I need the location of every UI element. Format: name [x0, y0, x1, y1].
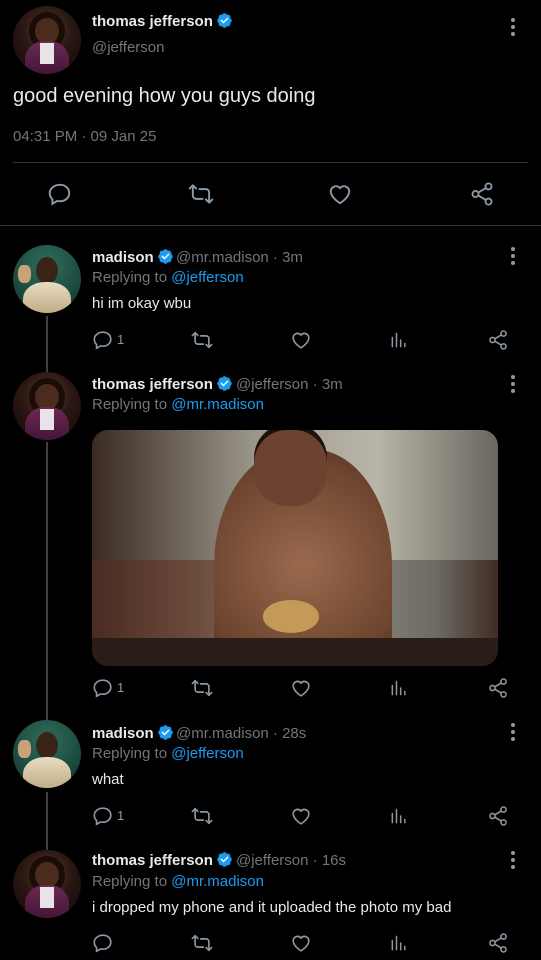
main-author-name-text: thomas jefferson	[92, 13, 213, 30]
verified-badge-icon	[157, 724, 174, 741]
analytics-icon[interactable]	[389, 329, 409, 351]
replying-to-label: Replying to	[92, 269, 172, 286]
avatar[interactable]	[13, 372, 81, 440]
reply-author-name-text: thomas jefferson	[92, 376, 213, 393]
thread-line	[46, 316, 48, 372]
analytics-icon[interactable]	[389, 805, 409, 827]
heart-icon[interactable]	[290, 805, 312, 827]
reply-author-name-text: madison	[92, 249, 154, 266]
main-tweet-timestamp[interactable]: 04:31 PM · 09 Jan 25	[13, 128, 156, 145]
thread-line	[46, 442, 48, 720]
verified-badge-icon	[216, 851, 233, 868]
reply-icon[interactable]	[47, 181, 73, 207]
replying-to: Replying to @jefferson	[92, 745, 244, 762]
retweet-icon[interactable]	[190, 805, 214, 827]
divider	[13, 162, 528, 163]
reply-icon[interactable]	[92, 932, 114, 954]
thread-line	[46, 792, 48, 850]
reply-count: 1	[117, 808, 125, 823]
heart-icon[interactable]	[327, 181, 353, 207]
reply-author-name[interactable]: madison	[92, 248, 174, 266]
share-icon[interactable]	[487, 932, 509, 954]
reply-count: 1	[117, 680, 125, 695]
more-vertical-icon[interactable]	[503, 244, 523, 268]
share-icon[interactable]	[487, 329, 509, 351]
avatar[interactable]	[13, 850, 81, 918]
main-author-name[interactable]: thomas jefferson	[92, 12, 233, 30]
reply-count: 1	[117, 332, 125, 347]
reply-handle-time[interactable]: @jefferson · 16s	[236, 852, 346, 869]
divider	[0, 225, 541, 226]
retweet-icon[interactable]	[187, 181, 215, 207]
replying-to-mention[interactable]: @mr.madison	[171, 396, 264, 413]
avatar[interactable]	[13, 245, 81, 313]
reply-author-name[interactable]: thomas jefferson	[92, 375, 233, 393]
heart-icon[interactable]	[290, 329, 312, 351]
verified-badge-icon	[216, 12, 233, 29]
share-icon[interactable]	[487, 677, 509, 699]
reply-text: hi im okay wbu	[92, 295, 192, 312]
analytics-icon[interactable]	[389, 677, 409, 699]
heart-icon[interactable]	[290, 677, 312, 699]
retweet-icon[interactable]	[190, 932, 214, 954]
more-vertical-icon[interactable]	[503, 372, 523, 396]
retweet-icon[interactable]	[190, 677, 214, 699]
reply-handle-time[interactable]: @mr.madison · 3m	[176, 249, 303, 266]
reply-handle-time[interactable]: @mr.madison · 28s	[176, 725, 306, 742]
more-vertical-icon[interactable]	[503, 720, 523, 744]
verified-badge-icon	[216, 375, 233, 392]
more-vertical-icon[interactable]	[503, 848, 523, 872]
reply-icon[interactable]	[92, 329, 114, 351]
reply-text: i dropped my phone and it uploaded the p…	[92, 899, 452, 916]
reply-author-name[interactable]: madison	[92, 724, 174, 742]
reply-author-name[interactable]: thomas jefferson	[92, 851, 233, 869]
verified-badge-icon	[157, 248, 174, 265]
attached-photo[interactable]	[92, 430, 498, 666]
heart-icon[interactable]	[290, 932, 312, 954]
reply-icon[interactable]	[92, 805, 114, 827]
share-icon[interactable]	[469, 181, 495, 207]
avatar[interactable]	[13, 720, 81, 788]
share-icon[interactable]	[487, 805, 509, 827]
reply-author-name-text: madison	[92, 725, 154, 742]
replying-to: Replying to @jefferson	[92, 269, 244, 286]
retweet-icon[interactable]	[190, 329, 214, 351]
reply-author-name-text: thomas jefferson	[92, 852, 213, 869]
replying-to: Replying to @mr.madison	[92, 396, 264, 413]
analytics-icon[interactable]	[389, 932, 409, 954]
replying-to-label: Replying to	[92, 745, 172, 762]
reply-text: what	[92, 771, 124, 788]
reply-icon[interactable]	[92, 677, 114, 699]
replying-to-label: Replying to	[92, 873, 172, 890]
reply-handle-time[interactable]: @jefferson · 3m	[236, 376, 343, 393]
replying-to: Replying to @mr.madison	[92, 873, 264, 890]
replying-to-label: Replying to	[92, 396, 172, 413]
replying-to-mention[interactable]: @mr.madison	[171, 873, 264, 890]
replying-to-mention[interactable]: @jefferson	[171, 745, 244, 762]
main-tweet-text: good evening how you guys doing	[13, 85, 316, 107]
replying-to-mention[interactable]: @jefferson	[171, 269, 244, 286]
main-author-handle[interactable]: @jefferson	[92, 39, 165, 56]
more-vertical-icon[interactable]	[503, 15, 523, 39]
avatar[interactable]	[13, 6, 81, 74]
